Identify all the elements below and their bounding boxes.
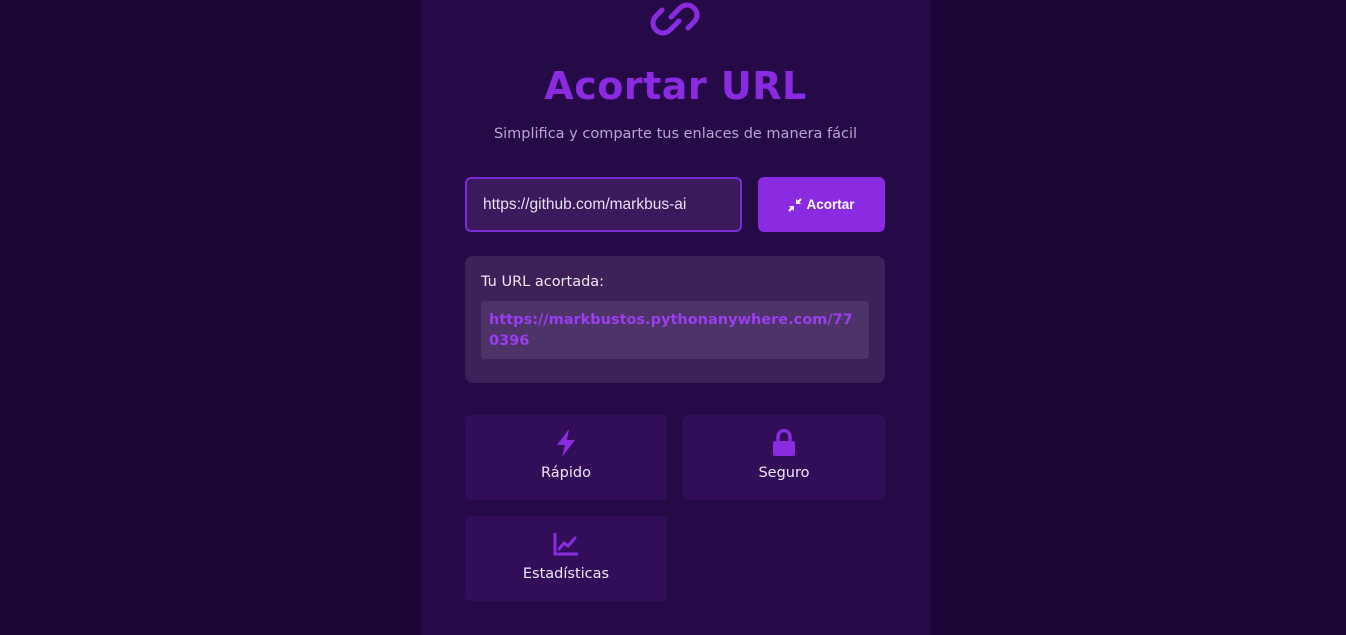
page: Acortar URL Simplifica y comparte tus en…	[0, 0, 1346, 635]
feature-label-fast: Rápido	[541, 465, 591, 481]
bolt-icon	[557, 429, 575, 457]
feature-label-stats: Estadísticas	[522, 566, 610, 582]
lock-icon	[773, 429, 795, 456]
feature-card-stats: Estadísticas	[465, 516, 667, 601]
page-subtitle: Simplifica y comparte tus enlaces de man…	[493, 126, 858, 142]
compress-icon	[788, 197, 803, 212]
result-url-box: https://markbustos.pythonanywhere.com/77…	[481, 301, 869, 359]
link-icon	[650, 2, 700, 36]
feature-card-secure: Seguro	[683, 415, 885, 500]
page-title: Acortar URL	[544, 64, 807, 108]
url-input[interactable]	[465, 177, 742, 232]
feature-label-secure: Seguro	[758, 465, 810, 481]
shorten-button[interactable]: Acortar	[758, 177, 885, 232]
feature-card-fast: Rápido	[465, 415, 667, 500]
chart-line-icon	[553, 533, 578, 556]
result-panel: Tu URL acortada: https://markbustos.pyth…	[465, 256, 885, 383]
shorten-button-label: Acortar	[806, 197, 855, 212]
result-label: Tu URL acortada:	[481, 274, 605, 290]
short-url-link[interactable]: https://markbustos.pythonanywhere.com/77…	[489, 310, 861, 352]
